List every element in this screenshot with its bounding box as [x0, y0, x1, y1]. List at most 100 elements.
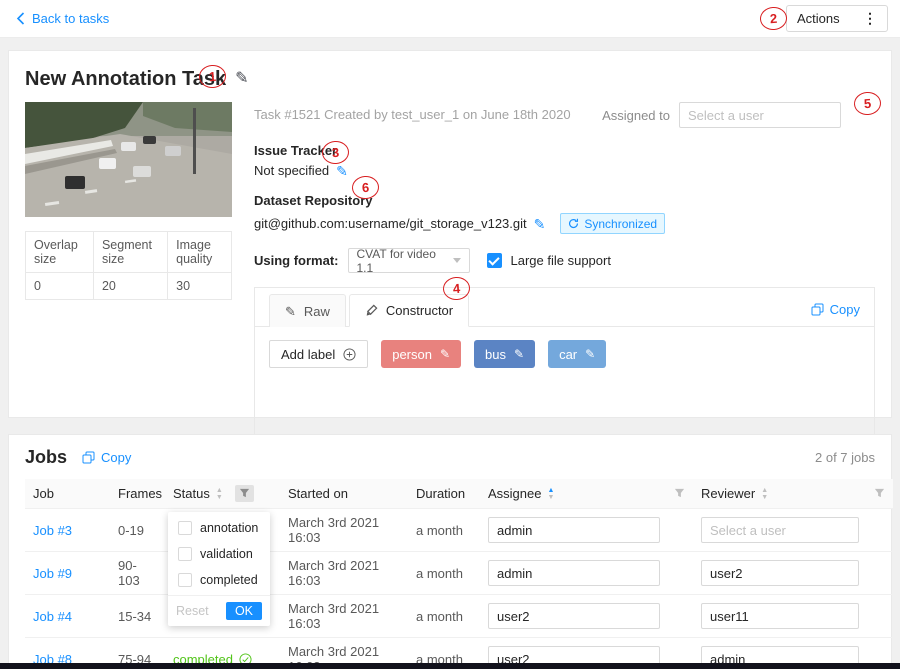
reviewer-select[interactable] — [701, 603, 859, 629]
large-file-checkbox[interactable] — [487, 253, 502, 268]
tab-raw[interactable]: ✎ Raw — [269, 294, 346, 327]
raw-tab-label: Raw — [304, 304, 330, 319]
assignee-select[interactable] — [488, 603, 660, 629]
param-value-segment: 20 — [93, 273, 167, 300]
label-name: bus — [485, 347, 506, 362]
param-header-segment: Segment size — [93, 232, 167, 273]
status-sort-icon[interactable] — [216, 487, 223, 501]
edit-issue-tracker-icon[interactable]: ✎ — [336, 164, 348, 178]
label-name: car — [559, 347, 577, 362]
task-preview-image — [25, 102, 232, 217]
filter-option-label: annotation — [200, 521, 258, 535]
column-header-frames: Frames — [110, 479, 165, 509]
assignee-input[interactable] — [679, 102, 841, 128]
sync-icon — [568, 218, 579, 229]
plus-circle-icon — [343, 348, 356, 361]
caret-down-icon — [453, 258, 461, 263]
table-row: Job #3 0-19 March 3rd 2021 16:03 a month — [25, 509, 893, 552]
copy-icon — [811, 303, 824, 316]
assignee-sort-icon[interactable] — [547, 487, 554, 501]
filter-option-annotation[interactable]: annotation — [168, 515, 270, 541]
add-label-button[interactable]: Add label — [269, 340, 368, 368]
duration-cell: a month — [408, 509, 480, 552]
jobs-card: Jobs Copy 2 of 7 jobs Job Frames Status — [8, 434, 892, 669]
copy-labels-button[interactable]: Copy — [811, 302, 860, 317]
checkbox-validation[interactable] — [178, 547, 192, 561]
constructor-icon — [365, 304, 378, 317]
filter-option-label: completed — [200, 573, 258, 587]
edit-title-icon[interactable]: ✎ — [235, 71, 248, 87]
param-header-quality: Image quality — [168, 232, 232, 273]
column-header-duration: Duration — [408, 479, 480, 509]
assignee-select[interactable] — [488, 517, 660, 543]
frames-cell: 15-34 — [110, 595, 165, 638]
assignee-select[interactable] — [488, 560, 660, 586]
checkbox-completed[interactable] — [178, 573, 192, 587]
filter-option-validation[interactable]: validation — [168, 541, 270, 567]
bottom-divider — [0, 663, 900, 669]
task-parameters-table: Overlap size Segment size Image quality … — [25, 231, 232, 300]
using-format-label: Using format: — [254, 253, 339, 268]
filter-option-label: validation — [200, 547, 253, 561]
label-chip-car[interactable]: car ✎ — [548, 340, 606, 368]
ok-button[interactable]: OK — [226, 602, 262, 620]
actions-button[interactable]: Actions ⋮ — [786, 5, 888, 32]
format-select-value: CVAT for video 1.1 — [357, 247, 453, 275]
started-cell: March 3rd 2021 16:03 — [280, 509, 408, 552]
edit-label-icon[interactable]: ✎ — [585, 348, 595, 360]
status-filter-button[interactable] — [235, 485, 254, 502]
task-detail-card: New Annotation Task ✎ — [8, 50, 892, 418]
job-link[interactable]: Job #4 — [33, 609, 72, 624]
add-label-label: Add label — [281, 347, 335, 362]
large-file-label: Large file support — [511, 253, 611, 268]
table-row: Job #4 15-34 March 3rd 2021 16:03 a mont… — [25, 595, 893, 638]
param-value-quality: 30 — [168, 273, 232, 300]
checkbox-annotation[interactable] — [178, 521, 192, 535]
copy-jobs-button[interactable]: Copy — [82, 450, 131, 465]
jobs-title: Jobs — [25, 447, 67, 468]
back-to-tasks-label: Back to tasks — [32, 11, 109, 26]
dataset-repository-label: Dataset Repository — [254, 193, 875, 208]
back-to-tasks-link[interactable]: Back to tasks — [16, 11, 109, 26]
edit-label-icon[interactable]: ✎ — [514, 348, 524, 360]
constructor-tab-label: Constructor — [386, 303, 453, 318]
frames-cell: 90-103 — [110, 552, 165, 595]
column-header-started: Started on — [280, 479, 408, 509]
column-header-job: Job — [25, 479, 110, 509]
format-select[interactable]: CVAT for video 1.1 — [348, 248, 470, 273]
raw-tab-icon: ✎ — [285, 305, 296, 318]
edit-label-icon[interactable]: ✎ — [440, 348, 450, 360]
labels-editor: ✎ Raw Constructor — [254, 287, 875, 438]
filter-option-completed[interactable]: completed — [168, 567, 270, 593]
edit-repository-icon[interactable]: ✎ — [534, 217, 546, 231]
status-filter-dropdown: annotation validation completed Reset OK — [168, 512, 270, 626]
param-header-overlap: Overlap size — [26, 232, 94, 273]
reset-button[interactable]: Reset — [176, 604, 209, 618]
started-cell: March 3rd 2021 16:03 — [280, 595, 408, 638]
ellipsis-icon: ⋮ — [863, 10, 877, 27]
job-link[interactable]: Job #3 — [33, 523, 72, 538]
sync-badge-label: Synchronized — [584, 217, 657, 231]
column-header-status: Status — [173, 486, 210, 501]
column-header-reviewer: Reviewer — [701, 486, 755, 501]
label-chip-person[interactable]: person ✎ — [381, 340, 461, 368]
table-row: Job #9 90-103 March 3rd 2021 16:03 a mon… — [25, 552, 893, 595]
sync-status-badge: Synchronized — [560, 213, 665, 234]
label-name: person — [392, 347, 432, 362]
reviewer-select[interactable] — [701, 560, 859, 586]
reviewer-select[interactable] — [701, 517, 859, 543]
assigned-to-label: Assigned to — [602, 108, 670, 123]
filter-funnel-icon — [874, 488, 885, 499]
actions-label: Actions — [797, 11, 840, 26]
reviewer-filter-button[interactable] — [874, 488, 885, 499]
job-link[interactable]: Job #9 — [33, 566, 72, 581]
label-chip-bus[interactable]: bus ✎ — [474, 340, 535, 368]
copy-jobs-label: Copy — [101, 450, 131, 465]
jobs-table: Job Frames Status Started on Duration — [25, 479, 893, 669]
reviewer-sort-icon[interactable] — [761, 487, 768, 501]
copy-icon — [82, 451, 95, 464]
assignee-filter-button[interactable] — [674, 488, 685, 499]
jobs-count: 2 of 7 jobs — [815, 450, 875, 465]
duration-cell: a month — [408, 595, 480, 638]
column-header-assignee: Assignee — [488, 486, 541, 501]
